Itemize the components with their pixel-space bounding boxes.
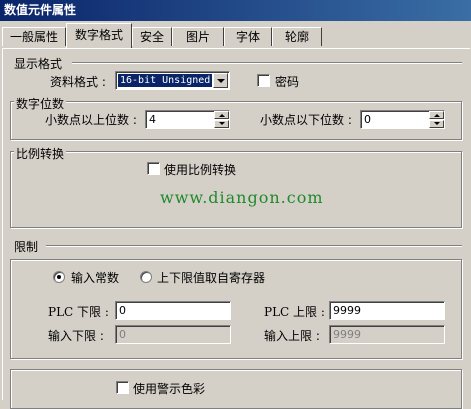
data-format-select[interactable]: 16-bit Unsigned <box>115 71 230 90</box>
data-format-label: 资料格式 : <box>50 75 106 89</box>
tab-outline[interactable]: 轮廓 <box>272 27 322 46</box>
digits-group-title: 数字位数 <box>14 95 67 112</box>
display-format-section-title: 显示格式 <box>14 57 63 71</box>
alarm-color-label: 使用警示色彩 <box>133 382 206 396</box>
lower-digits-spinner[interactable] <box>429 111 444 128</box>
alarm-group <box>10 369 462 409</box>
password-label: 密码 <box>275 75 300 89</box>
lower-digits-label: 小数点以下位数 : <box>260 113 352 127</box>
upper-digits-label: 小数点以上位数 : <box>45 113 137 127</box>
display-format-divider <box>72 62 462 64</box>
upper-digits-spinner[interactable] <box>214 111 229 128</box>
radio-constant-label: 输入常数 <box>71 271 120 285</box>
plc-low-input[interactable]: 0 <box>115 301 231 320</box>
limits-section-title: 限制 <box>14 240 39 254</box>
input-low-label: 输入下限 : <box>48 329 104 343</box>
title-bar[interactable]: 数值元件属性 <box>0 0 471 21</box>
spin-up-icon[interactable] <box>214 111 229 119</box>
data-format-value: 16-bit Unsigned <box>118 74 213 87</box>
scaling-label: 使用比例转换 <box>164 163 237 177</box>
spin-up-icon[interactable] <box>429 111 444 119</box>
radio-constant[interactable] <box>53 271 65 283</box>
password-checkbox[interactable] <box>257 74 270 87</box>
tab-number-format[interactable]: 数字格式 <box>66 23 132 48</box>
scaling-group-title: 比例转换 <box>14 145 67 162</box>
watermark-text: www.diangon.com <box>160 188 324 207</box>
alarm-color-checkbox[interactable] <box>116 381 129 394</box>
tab-security[interactable]: 安全 <box>132 27 172 46</box>
plc-low-label: PLC 下限 : <box>48 305 109 319</box>
limits-divider <box>46 245 462 247</box>
radio-register[interactable] <box>140 271 152 283</box>
input-low-field: 0 <box>115 325 231 344</box>
plc-high-input[interactable]: 9999 <box>329 301 445 320</box>
window-title: 数值元件属性 <box>4 3 77 17</box>
spin-down-icon[interactable] <box>214 120 229 128</box>
plc-high-label: PLC 上限 : <box>264 305 325 319</box>
input-high-field: 9999 <box>329 325 445 344</box>
tab-strip: 一般属性 数字格式 安全 图片 字体 轮廓 <box>0 21 471 49</box>
input-high-label: 输入上限 : <box>264 329 320 343</box>
tab-picture[interactable]: 图片 <box>172 27 224 46</box>
radio-register-label: 上下限值取自寄存器 <box>157 271 266 285</box>
scaling-checkbox[interactable] <box>147 162 160 175</box>
tab-font[interactable]: 字体 <box>224 27 272 46</box>
spin-down-icon[interactable] <box>429 120 444 128</box>
chevron-down-icon[interactable] <box>213 73 228 88</box>
tab-general[interactable]: 一般属性 <box>2 27 66 46</box>
